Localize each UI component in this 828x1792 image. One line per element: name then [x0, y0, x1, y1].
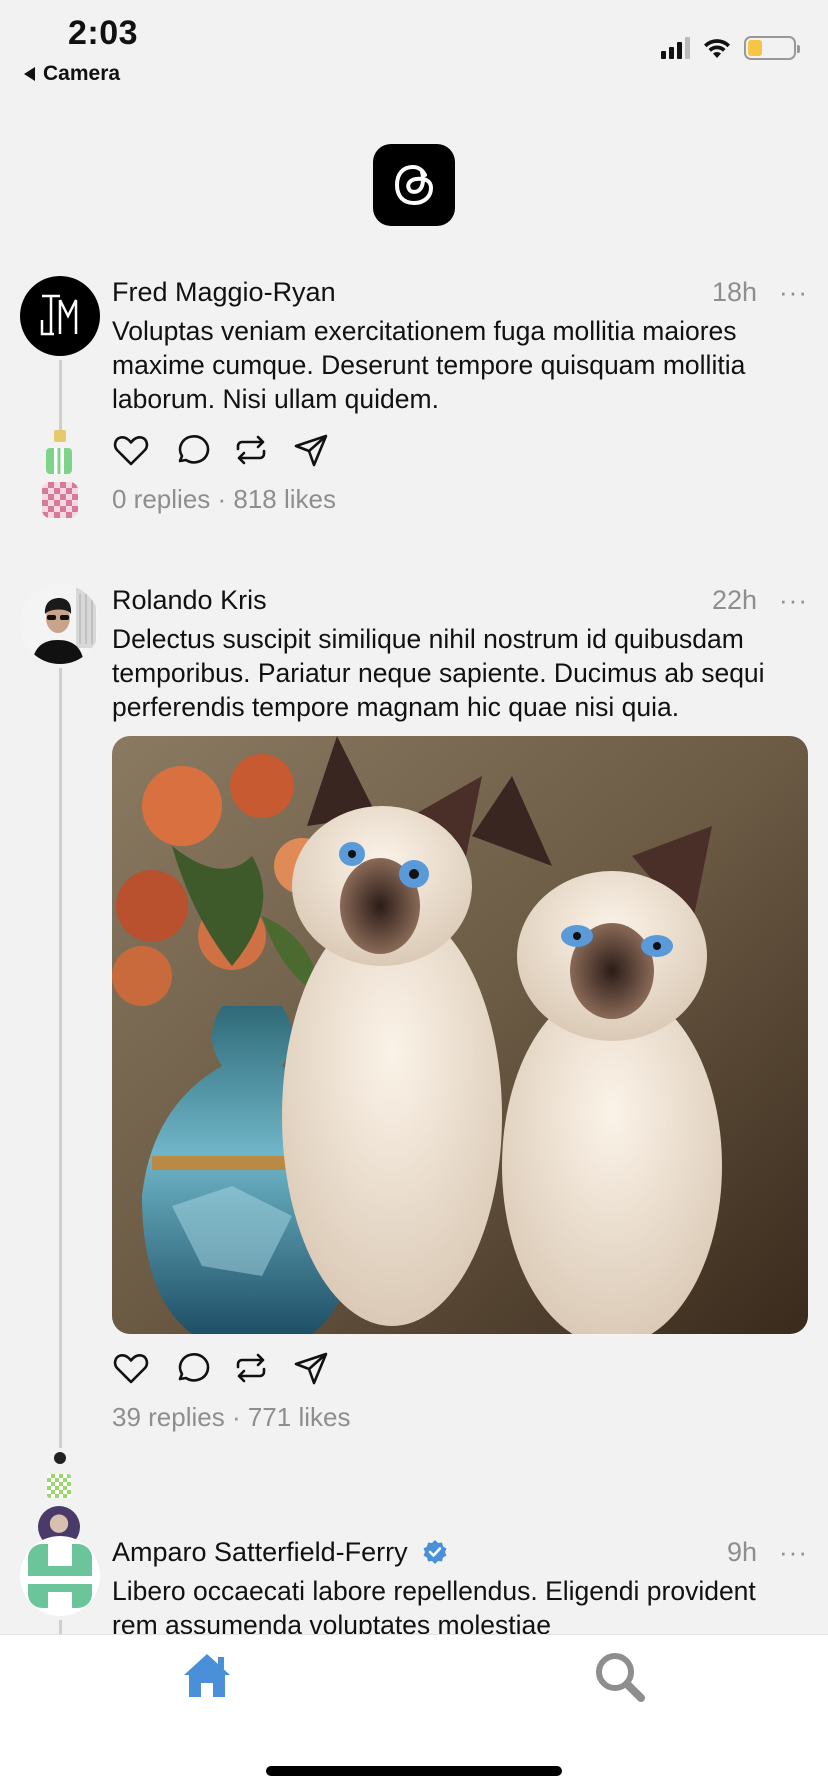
repost-icon[interactable] — [232, 1349, 270, 1387]
repost-icon[interactable] — [232, 431, 270, 469]
avatar[interactable] — [20, 1536, 100, 1616]
author-name[interactable]: Rolando Kris — [112, 585, 267, 616]
heart-icon[interactable] — [112, 1349, 150, 1387]
post-time: 9h — [726, 1536, 758, 1567]
status-bar: 2:03 Camera — [0, 0, 828, 100]
post[interactable]: Amparo Satterfield-Ferry 9h ··· Libero o… — [0, 1532, 828, 1634]
author-name[interactable]: Fred Maggio-Ryan — [112, 277, 336, 308]
post-header: Amparo Satterfield-Ferry 9h ··· — [112, 1532, 808, 1572]
thread-line — [59, 1620, 62, 1634]
post-time: 22h — [711, 584, 758, 615]
post-time: 18h — [711, 276, 758, 307]
thread-line — [59, 360, 62, 430]
comment-icon[interactable] — [172, 431, 210, 469]
feed[interactable]: Fred Maggio-Ryan 18h ··· Voluptas veniam… — [0, 272, 828, 1634]
back-label: Camera — [43, 62, 121, 85]
home-indicator — [266, 1766, 562, 1776]
heart-icon[interactable] — [112, 431, 150, 469]
post-actions — [112, 430, 808, 470]
home-icon[interactable] — [180, 1649, 234, 1703]
threads-logo-icon[interactable] — [373, 144, 455, 226]
author-name[interactable]: Amparo Satterfield-Ferry — [112, 1537, 408, 1568]
post-text: Voluptas veniam exercitationem fuga moll… — [112, 316, 746, 414]
siamese-cats-image[interactable] — [112, 736, 808, 1334]
replier-avatar[interactable] — [54, 1452, 66, 1464]
replier-avatar[interactable] — [42, 482, 78, 518]
thread-line — [59, 668, 62, 1448]
battery-icon — [744, 36, 800, 60]
status-time: 2:03 — [68, 14, 139, 52]
post-text: Libero occaecati labore repellendus. Eli… — [112, 1576, 756, 1634]
post[interactable]: Rolando Kris 22h ··· Delectus suscipit s… — [0, 580, 828, 1548]
wifi-icon — [704, 39, 730, 58]
cellular-signal-icon — [661, 37, 690, 59]
post-text: Delectus suscipit similique nihil nostru… — [112, 624, 765, 722]
person-portrait-icon — [32, 588, 96, 664]
more-options-button[interactable]: ··· — [779, 1539, 808, 1565]
post-stats[interactable]: 39 replies · 771 likes — [112, 1402, 808, 1433]
post-actions — [112, 1348, 808, 1388]
avatar[interactable] — [20, 584, 100, 664]
back-to-camera-button[interactable]: Camera — [24, 62, 120, 86]
replier-avatar[interactable] — [47, 1474, 71, 1498]
replier-avatar[interactable] — [54, 430, 66, 442]
verified-badge-icon — [423, 1540, 447, 1564]
avatar[interactable] — [20, 276, 100, 356]
more-options-button[interactable]: ··· — [779, 587, 808, 613]
status-icons — [661, 36, 800, 60]
monogram-logo-icon — [40, 294, 78, 336]
post-stats[interactable]: 0 replies · 818 likes — [112, 484, 808, 515]
post[interactable]: Fred Maggio-Ryan 18h ··· Voluptas veniam… — [0, 272, 828, 578]
identicon-icon — [28, 1544, 92, 1608]
post-header: Fred Maggio-Ryan 18h ··· — [112, 272, 808, 312]
back-arrow-icon — [24, 67, 35, 81]
replier-avatar[interactable] — [46, 448, 72, 474]
comment-icon[interactable] — [172, 1349, 210, 1387]
post-header: Rolando Kris 22h ··· — [112, 580, 808, 620]
search-icon[interactable] — [592, 1649, 646, 1703]
more-options-button[interactable]: ··· — [779, 279, 808, 305]
share-icon[interactable] — [292, 431, 330, 469]
share-icon[interactable] — [292, 1349, 330, 1387]
